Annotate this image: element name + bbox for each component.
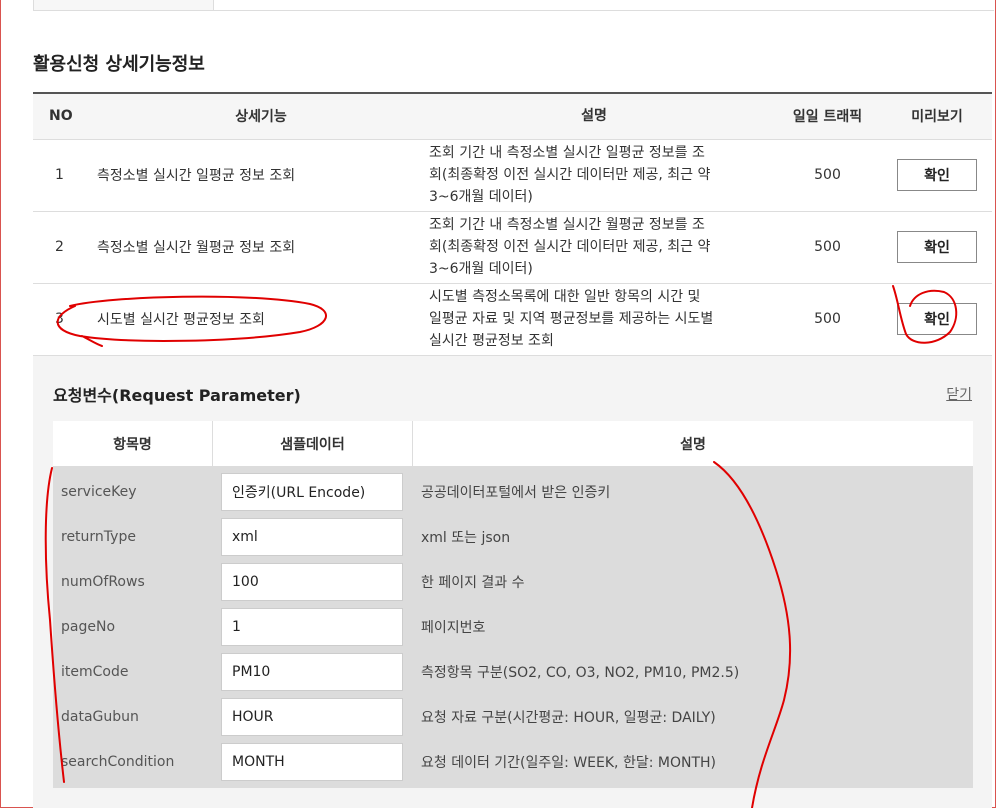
request-parameter-table: 항목명 샘플데이터 설명 serviceKey 인증키(URL Encode) … xyxy=(53,421,973,788)
row-no: 3 xyxy=(33,283,95,356)
col-header-description: 설명 xyxy=(680,436,706,453)
description-line: 회(최종확정 이전 실시간 데이터만 제공, 최근 약 xyxy=(429,239,711,255)
top-divider xyxy=(214,10,994,11)
description-line: 조회 기간 내 측정소별 실시간 월평균 정보를 조 xyxy=(429,217,705,233)
param-name: dataGubun xyxy=(61,708,139,725)
row-traffic: 500 xyxy=(773,283,882,356)
table-row: 3 시도별 실시간 평균정보 조회 시도별 측정소목록에 대한 일반 항목의 시… xyxy=(33,283,992,356)
param-sample-cell: 100 xyxy=(213,562,413,601)
request-parameter-title: 요청변수(Request Parameter) xyxy=(53,386,301,405)
param-description: 한 페이지 결과 수 xyxy=(421,574,525,591)
param-row: numOfRows 100 한 페이지 결과 수 xyxy=(53,559,973,604)
sample-input[interactable]: PM10 xyxy=(221,652,403,691)
param-sample-cell: 인증키(URL Encode) xyxy=(213,472,413,511)
param-row: pageNo 1 페이지번호 xyxy=(53,604,973,649)
request-parameter-panel: 요청변수(Request Parameter) 닫기 항목명 샘플데이터 설명 … xyxy=(33,356,992,808)
row-no: 2 xyxy=(33,211,95,284)
param-sample-cell: 1 xyxy=(213,607,413,646)
col-header-sample-data: 샘플데이터 xyxy=(213,421,413,466)
sample-input[interactable]: 1 xyxy=(221,607,403,646)
param-description: 요청 자료 구분(시간평균: HOUR, 일평균: DAILY) xyxy=(421,709,716,726)
description-line: 3~6개월 데이터) xyxy=(429,189,533,205)
row-function: 측정소별 실시간 월평균 정보 조회 xyxy=(95,211,425,284)
description-line: 일평균 자료 및 지역 평균정보를 제공하는 시도별 xyxy=(429,311,714,327)
col-header-item-name: 항목명 xyxy=(53,421,213,466)
row-preview-cell: 확인 xyxy=(882,211,992,284)
sample-input[interactable]: 인증키(URL Encode) xyxy=(221,472,403,511)
detail-function-table: NO 상세기능 설명 일일 트래픽 미리보기 1 측정소별 실시간 일평균 정보… xyxy=(33,92,992,356)
confirm-button[interactable]: 확인 xyxy=(897,303,977,335)
param-description: 공공데이터포털에서 받은 인증키 xyxy=(421,484,611,501)
col-header-description: 설명 xyxy=(425,93,773,140)
param-name: returnType xyxy=(61,528,136,545)
param-row: serviceKey 인증키(URL Encode) 공공데이터포털에서 받은 … xyxy=(53,469,973,514)
confirm-button[interactable]: 확인 xyxy=(897,159,977,191)
param-name: pageNo xyxy=(61,618,116,635)
param-description: 측정항목 구분(SO2, CO, O3, NO2, PM10, PM2.5) xyxy=(421,664,740,681)
row-traffic: 500 xyxy=(773,211,882,284)
top-tab[interactable] xyxy=(33,0,214,11)
param-sample-cell: PM10 xyxy=(213,652,413,691)
param-table-body: serviceKey 인증키(URL Encode) 공공데이터포털에서 받은 … xyxy=(53,466,973,788)
row-preview-cell: 확인 xyxy=(882,139,992,212)
row-function: 시도별 실시간 평균정보 조회 xyxy=(95,283,425,356)
table-row: 2 측정소별 실시간 월평균 정보 조회 조회 기간 내 측정소별 실시간 월평… xyxy=(33,211,992,284)
param-description: xml 또는 json xyxy=(421,529,511,546)
row-description: 시도별 측정소목록에 대한 일반 항목의 시간 및 일평균 자료 및 지역 평균… xyxy=(425,283,773,356)
sample-input[interactable]: HOUR xyxy=(221,697,403,736)
param-description: 페이지번호 xyxy=(421,619,486,636)
table-row: 1 측정소별 실시간 일평균 정보 조회 조회 기간 내 측정소별 실시간 일평… xyxy=(33,139,992,212)
row-function: 측정소별 실시간 일평균 정보 조회 xyxy=(95,139,425,212)
param-row: returnType xml xml 또는 json xyxy=(53,514,973,559)
param-row: itemCode PM10 측정항목 구분(SO2, CO, O3, NO2, … xyxy=(53,649,973,694)
col-header-no: NO xyxy=(33,93,95,140)
param-name: itemCode xyxy=(61,663,129,680)
param-row: dataGubun HOUR 요청 자료 구분(시간평균: HOUR, 일평균:… xyxy=(53,694,973,739)
row-traffic: 500 xyxy=(773,139,882,212)
row-no: 1 xyxy=(33,139,95,212)
col-header-traffic: 일일 트래픽 xyxy=(773,93,882,140)
param-table-header: 항목명 샘플데이터 설명 xyxy=(53,421,973,466)
sample-input[interactable]: xml xyxy=(221,517,403,556)
sample-input[interactable]: 100 xyxy=(221,562,403,601)
section-title: 활용신청 상세기능정보 xyxy=(33,54,205,75)
param-sample-cell: xml xyxy=(213,517,413,556)
detail-table-header: NO 상세기능 설명 일일 트래픽 미리보기 xyxy=(33,93,992,140)
description-line: 실시간 평균정보 조회 xyxy=(429,333,554,349)
row-description: 조회 기간 내 측정소별 실시간 일평균 정보를 조 회(최종확정 이전 실시간… xyxy=(425,139,773,212)
close-link[interactable]: 닫기 xyxy=(946,384,972,404)
row-preview-cell: 확인 xyxy=(882,283,992,356)
param-sample-cell: MONTH xyxy=(213,742,413,781)
confirm-button[interactable]: 확인 xyxy=(897,231,977,263)
param-row: searchCondition MONTH 요청 데이터 기간(일주일: WEE… xyxy=(53,739,973,784)
col-header-function: 상세기능 xyxy=(95,93,425,140)
col-header-preview: 미리보기 xyxy=(882,93,992,140)
description-line: 시도별 측정소목록에 대한 일반 항목의 시간 및 xyxy=(429,289,701,305)
param-sample-cell: HOUR xyxy=(213,697,413,736)
description-line: 조회 기간 내 측정소별 실시간 일평균 정보를 조 xyxy=(429,145,705,161)
description-line: 회(최종확정 이전 실시간 데이터만 제공, 최근 약 xyxy=(429,167,711,183)
param-description: 요청 데이터 기간(일주일: WEEK, 한달: MONTH) xyxy=(421,754,716,771)
param-name: searchCondition xyxy=(61,753,175,770)
description-line: 3~6개월 데이터) xyxy=(429,261,533,277)
param-name: serviceKey xyxy=(61,483,137,500)
row-description: 조회 기간 내 측정소별 실시간 월평균 정보를 조 회(최종확정 이전 실시간… xyxy=(425,211,773,284)
sample-input[interactable]: MONTH xyxy=(221,742,403,781)
param-name: numOfRows xyxy=(61,573,145,590)
